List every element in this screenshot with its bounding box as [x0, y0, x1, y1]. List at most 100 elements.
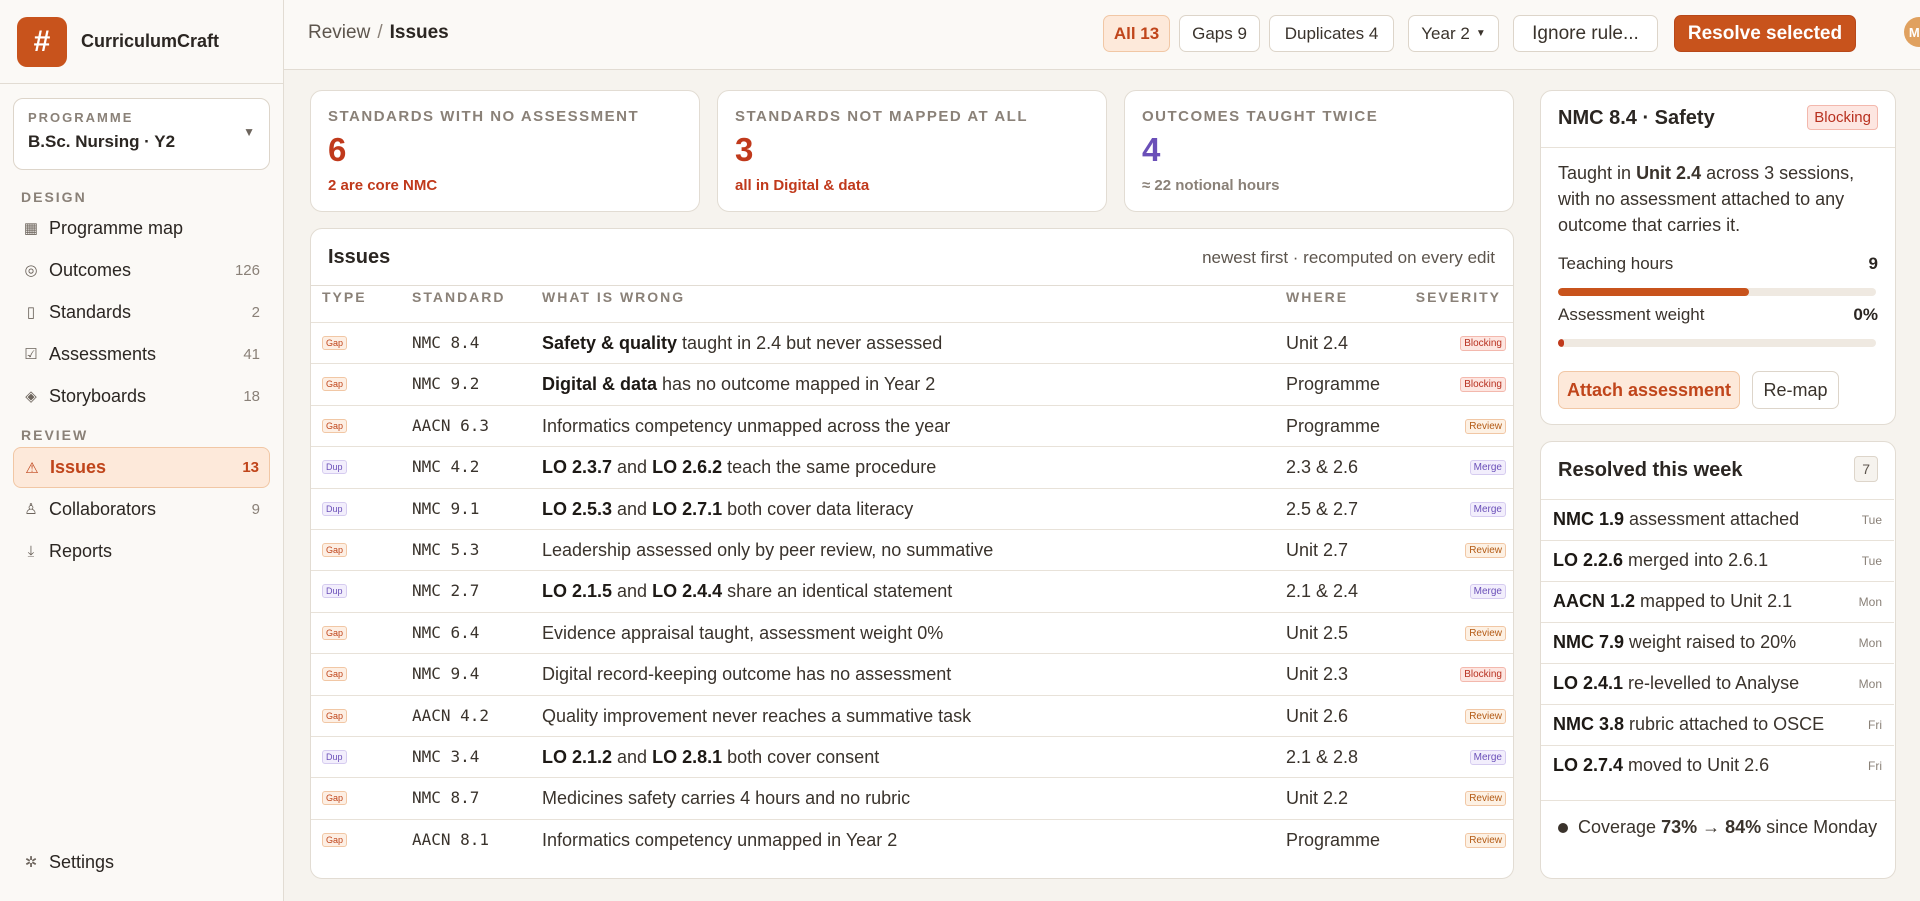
table-row[interactable]: Gap NMC 8.7 Medicines safety carries 4 hou… — [311, 777, 1513, 818]
resolve-selected-button[interactable]: Resolve selected — [1674, 15, 1856, 52]
stat-card-not-mapped[interactable]: STANDARDS NOT MAPPED AT ALL 3 all in Dig… — [717, 90, 1107, 212]
column-header-severity[interactable]: SEVERITY — [1416, 289, 1501, 305]
coverage-change: 73% → 84% — [1661, 817, 1762, 837]
standard-code: NMC 5.3 — [412, 540, 480, 559]
list-item[interactable]: NMC 7.9 weight raised to 20% Mon — [1541, 622, 1894, 663]
detail-title: NMC 8.4 · Safety — [1558, 107, 1715, 129]
sidebar-item-label: Programme map — [49, 217, 184, 238]
type-badge: Dup — [322, 750, 347, 764]
standard-code: NMC 8.7 — [412, 788, 480, 808]
issue-text: Informatics competency unmapped in Year … — [542, 829, 898, 850]
list-item[interactable]: LO 2.7.4 moved to Unit 2.6 Fri — [1541, 745, 1894, 786]
resolved-day: Mon — [1858, 677, 1882, 691]
table-row[interactable]: Dup NMC 2.7 LO 2.1.5 and LO 2.4.4 share an… — [311, 570, 1513, 611]
issue-subject-2: LO 2.6.2 — [652, 457, 723, 478]
issues-card: Issues newest first · recomputed on ever… — [310, 228, 1514, 879]
filter-duplicates-chip[interactable]: Duplicates 4 — [1269, 15, 1394, 52]
type-badge: Gap — [322, 336, 348, 350]
issue-location: Unit 2.2 — [1286, 788, 1349, 809]
standard-code: AACN 6.3 — [412, 415, 490, 435]
sidebar-item-collaborators[interactable]: ♙ Collaborators 9 — [13, 490, 270, 528]
avatar[interactable]: MR — [1904, 17, 1920, 47]
list-item[interactable]: AACN 1.2 mapped to Unit 2.1 Mon — [1541, 581, 1894, 622]
issue-location: Programme — [1286, 829, 1381, 850]
sidebar-item-issues[interactable]: ⚠ Issues 13 — [13, 447, 270, 488]
sidebar-item-assessments[interactable]: ☑ Assessments 41 — [13, 335, 270, 373]
assessment-weight-label: Assessment weight — [1558, 305, 1705, 324]
issue-subject: Digital & data — [542, 374, 658, 395]
stat-card-no-assessment[interactable]: STANDARDS WITH NO ASSESSMENT 6 2 are cor… — [310, 90, 700, 212]
sidebar-item-count: 13 — [242, 459, 259, 476]
resolved-day: Mon — [1858, 636, 1882, 650]
sidebar-item-settings[interactable]: ✲ Settings — [13, 843, 270, 881]
issue-location: 2.1 & 2.4 — [1286, 581, 1359, 602]
remap-button[interactable]: Re-map — [1752, 371, 1839, 409]
programme-selector[interactable]: PROGRAMME B.Sc. Nursing · Y2 ▼ — [13, 98, 270, 170]
bullet-dot-icon — [1558, 823, 1568, 833]
column-header-what[interactable]: WHAT IS WRONG — [542, 289, 685, 305]
sidebar-item-storyboards[interactable]: ◈ Storyboards 18 — [13, 377, 270, 415]
table-row[interactable]: Gap NMC 8.4 Safety & quality taught in 2.4… — [311, 322, 1513, 363]
table-row[interactable]: Gap NMC 6.4 Evidence appraisal taught, ass… — [311, 611, 1513, 653]
table-row[interactable]: Dup NMC 4.2 LO 2.3.7 and LO 2.6.2 teach th… — [311, 446, 1513, 487]
resolved-action: mapped to Unit 2.1 — [1635, 591, 1793, 611]
ignore-rule-button[interactable]: Ignore rule... — [1513, 15, 1658, 52]
stat-card-taught-twice[interactable]: OUTCOMES TAUGHT TWICE 4 ≈ 22 notional ho… — [1124, 90, 1514, 212]
issue-text-2: both cover data literacy — [722, 498, 914, 519]
issue-description: Leadership assessed only by peer review,… — [542, 540, 993, 561]
issues-title: Issues — [328, 246, 391, 268]
table-header-divider — [311, 285, 1513, 286]
issue-location: Unit 2.5 — [1286, 622, 1349, 643]
table-row[interactable]: Dup NMC 9.1 LO 2.5.3 and LO 2.7.1 both cov… — [311, 487, 1513, 529]
programme-value: B.Sc. Nursing · Y2 — [28, 132, 176, 151]
issue-description: LO 2.5.3 and LO 2.7.1 both cover data li… — [542, 499, 913, 520]
sidebar-item-reports[interactable]: ⤓ Reports — [13, 532, 270, 570]
table-row[interactable]: Gap AACN 4.2 Quality improvement never rea… — [311, 694, 1513, 736]
standard-code: NMC 2.7 — [412, 581, 480, 601]
resolved-day: Fri — [1868, 718, 1882, 732]
resolved-action: moved to Unit 2.6 — [1623, 755, 1770, 775]
stat-label: STANDARDS WITH NO ASSESSMENT — [328, 108, 640, 125]
list-item[interactable]: LO 2.2.6 merged into 2.6.1 Tue — [1541, 540, 1894, 581]
app-name: CurriculumCraft — [81, 31, 220, 51]
table-row[interactable]: Dup NMC 3.4 LO 2.1.2 and LO 2.8.1 both cov… — [311, 736, 1513, 777]
table-row[interactable]: Gap NMC 9.4 Digital record-keeping outcome… — [311, 653, 1513, 694]
resolved-text: LO 2.2.6 merged into 2.6.1 — [1553, 550, 1768, 571]
sidebar-item-standards[interactable]: ▯ Standards 2 — [13, 293, 270, 331]
list-item[interactable]: NMC 1.9 assessment attached Tue — [1541, 499, 1894, 540]
sidebar-item-count: 41 — [243, 345, 260, 363]
attach-assessment-button[interactable]: Attach assessment — [1558, 371, 1740, 409]
resolved-title: Resolved this week — [1558, 459, 1743, 481]
year-select[interactable]: Year 2 ▼ — [1408, 15, 1499, 52]
teaching-hours-bar — [1558, 288, 1876, 296]
sidebar-item-label: Storyboards — [49, 385, 147, 406]
table-row[interactable]: Gap AACN 6.3 Informatics competency unmapp… — [311, 404, 1513, 446]
sidebar-item-outcomes[interactable]: ◎ Outcomes 126 — [13, 251, 270, 289]
resolved-text: LO 2.7.4 moved to Unit 2.6 — [1553, 755, 1769, 776]
table-row[interactable]: Gap NMC 9.2 Digital & data has no outcome … — [311, 363, 1513, 404]
assessment-weight-value: 0% — [1853, 305, 1878, 324]
detail-card: NMC 8.4 · Safety Blocking Taught in Unit… — [1540, 90, 1896, 425]
breadcrumb-separator: / — [377, 22, 383, 43]
severity-badge: Blocking — [1460, 377, 1506, 393]
resolved-subject: LO 2.2.6 — [1553, 550, 1624, 570]
list-item[interactable]: NMC 3.8 rubric attached to OSCE Fri — [1541, 704, 1894, 745]
breadcrumb-parent[interactable]: Review — [308, 22, 370, 43]
filter-all-chip[interactable]: All 13 — [1103, 15, 1170, 52]
standard-code: AACN 4.2 — [412, 705, 490, 725]
coverage-summary: Coverage 73% → 84% since Monday — [1558, 814, 1878, 840]
table-row[interactable]: Gap NMC 5.3 Leadership assessed only by pe… — [311, 529, 1513, 570]
resolved-subject: LO 2.7.4 — [1553, 755, 1624, 775]
column-header-type[interactable]: TYPE — [322, 289, 367, 305]
chevron-down-icon: ▼ — [243, 125, 255, 139]
type-badge: Gap — [322, 791, 348, 806]
sidebar-item-programme-map[interactable]: ▦ Programme map — [13, 209, 270, 247]
column-header-standard[interactable]: STANDARD — [412, 289, 506, 305]
table-row[interactable]: Gap AACN 8.1 Informatics competency unmapp… — [311, 818, 1513, 860]
filter-gaps-chip[interactable]: Gaps 9 — [1179, 15, 1260, 52]
app-logo[interactable]: # — [17, 16, 67, 67]
assessment-weight-bar — [1558, 339, 1876, 347]
severity-badge: Merge — [1469, 584, 1506, 600]
column-header-where[interactable]: WHERE — [1286, 289, 1348, 305]
list-item[interactable]: LO 2.4.1 re-levelled to Analyse Mon — [1541, 663, 1894, 704]
